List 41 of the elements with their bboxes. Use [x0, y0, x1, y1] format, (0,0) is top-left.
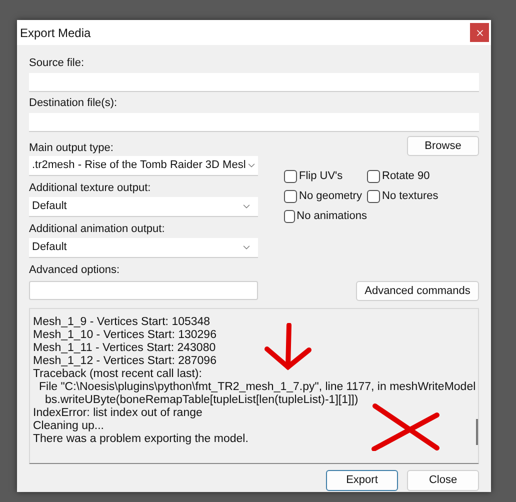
checkbox[interactable] [367, 170, 380, 182]
field-label: Advanced options: [29, 263, 121, 278]
field-label: Additional texture output: [29, 181, 152, 196]
log-line: Mesh_1_11 - Vertices Start: 243080 [33, 342, 217, 355]
dropdown[interactable]: .tr2mesh - Rise of the Tomb Raider 3D Mesl [29, 156, 258, 176]
dropdown[interactable]: Default [29, 197, 258, 217]
field-label: Destination file(s): [29, 96, 118, 111]
close-button[interactable] [470, 23, 489, 42]
scrollbar-thumb[interactable] [476, 419, 478, 445]
log-line: There was a problem exporting the model. [33, 433, 250, 446]
cross-mark-drawing [371, 403, 441, 451]
dialog-button[interactable]: Close [407, 470, 479, 491]
checkbox[interactable] [284, 190, 297, 202]
window-title: Export Media [20, 24, 91, 42]
log-line: Mesh_1_12 - Vertices Start: 287096 [33, 355, 218, 368]
log-line: bs.writeUByte(boneRemapTable[tupleList[len(tupleList)-1][1]]) [44, 394, 360, 407]
browse-button[interactable]: Browse [407, 136, 479, 156]
checkbox-option[interactable]: No animations [284, 208, 367, 224]
checkbox[interactable] [284, 170, 297, 182]
advanced-options-field[interactable] [29, 281, 258, 300]
field-label: Source file: [29, 56, 86, 71]
field-label: Main output type: [29, 141, 114, 156]
source-file-field[interactable] [29, 73, 479, 92]
dialog-button[interactable]: Export [326, 470, 398, 491]
close-icon [474, 28, 484, 38]
checkbox-option[interactable]: Rotate 90 [367, 168, 479, 184]
checkbox-option[interactable]: Flip UV's [284, 168, 367, 184]
advanced-commands-button[interactable]: Advanced commands [356, 281, 479, 301]
log-line: File "C:\Noesis\plugins\python\fmt_TR2_mesh_1_7.py", line 1177, in meshWriteModel [38, 381, 476, 394]
log-line: IndexError: list index out of range [33, 407, 204, 420]
dropdown[interactable]: Default [29, 238, 258, 258]
log-line: Cleaning up... [33, 420, 105, 433]
destination-file-field[interactable] [29, 113, 479, 132]
checkbox-option[interactable]: No geometry [284, 188, 367, 204]
checkbox-option[interactable]: No textures [367, 188, 479, 204]
checkbox[interactable] [284, 210, 295, 222]
log-line: Traceback (most recent call last): [33, 368, 203, 381]
checkbox[interactable] [367, 190, 380, 202]
log-line: Mesh_1_9 - Vertices Start: 105348 [33, 316, 212, 329]
field-label: Additional animation output: [29, 222, 166, 237]
log-line: Mesh_1_10 - Vertices Start: 130296 [33, 329, 218, 342]
